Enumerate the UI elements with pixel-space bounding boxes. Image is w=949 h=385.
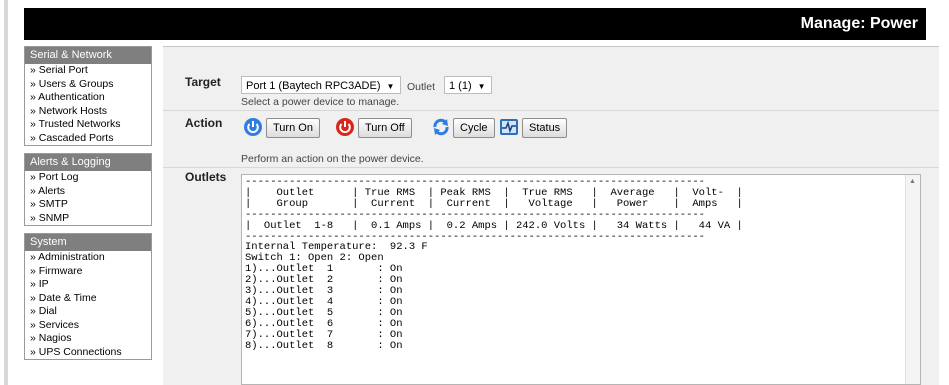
scroll-up-icon[interactable]: ▲: [909, 178, 916, 185]
divider: [163, 110, 939, 111]
menu-heading: System: [25, 234, 151, 251]
outlet-select[interactable]: 1 (1) ▼: [444, 76, 492, 94]
sidebar-item-alerts[interactable]: » Alerts: [25, 185, 151, 199]
sidebar-item-users-groups[interactable]: » Users & Groups: [25, 78, 151, 92]
left-edge: [0, 0, 14, 385]
outlets-output[interactable]: ----------------------------------------…: [241, 174, 921, 385]
menu-heading: Alerts & Logging: [25, 154, 151, 171]
cycle-icon[interactable]: [431, 117, 451, 137]
sidebar-item-services[interactable]: » Services: [25, 319, 151, 333]
main-panel: Target Port 1 (Baytech RPC3ADE) ▼ Outlet …: [163, 46, 939, 385]
power-on-icon[interactable]: [243, 117, 263, 137]
target-device-value: Port 1 (Baytech RPC3ADE): [246, 80, 381, 92]
sidebar-item-serial-port[interactable]: » Serial Port: [25, 64, 151, 78]
sidebar: Serial & Network » Serial Port » Users &…: [24, 46, 152, 367]
target-device-select[interactable]: Port 1 (Baytech RPC3ADE) ▼: [241, 76, 401, 94]
menu-system: System » Administration » Firmware » IP …: [24, 233, 152, 360]
sidebar-item-dial[interactable]: » Dial: [25, 305, 151, 319]
sidebar-item-authentication[interactable]: » Authentication: [25, 91, 151, 105]
divider: [163, 167, 939, 168]
divider: [163, 46, 939, 47]
status-button[interactable]: Status: [522, 118, 568, 138]
outlet-label: Outlet: [407, 81, 436, 93]
turn-off-button[interactable]: Turn Off: [358, 118, 412, 138]
menu-heading: Serial & Network: [25, 47, 151, 64]
chevron-down-icon: ▼: [477, 82, 486, 91]
outlets-text: ----------------------------------------…: [245, 176, 743, 352]
menu-serial-network: Serial & Network » Serial Port » Users &…: [24, 46, 152, 146]
sidebar-item-port-log[interactable]: » Port Log: [25, 171, 151, 185]
outlets-label: Outlets: [185, 170, 227, 184]
sidebar-item-network-hosts[interactable]: » Network Hosts: [25, 105, 151, 119]
action-help: Perform an action on the power device.: [241, 153, 424, 165]
left-edge-stripe: [4, 0, 8, 385]
sidebar-item-cascaded-ports[interactable]: » Cascaded Ports: [25, 132, 151, 146]
sidebar-item-date-time[interactable]: » Date & Time: [25, 292, 151, 306]
status-monitor-icon[interactable]: [499, 117, 519, 137]
sidebar-item-nagios[interactable]: » Nagios: [25, 332, 151, 346]
chevron-down-icon: ▼: [386, 82, 395, 91]
menu-alerts-logging: Alerts & Logging » Port Log » Alerts » S…: [24, 153, 152, 226]
sidebar-item-ip[interactable]: » IP: [25, 278, 151, 292]
header-bar: Manage: Power: [24, 8, 926, 40]
target-help: Select a power device to manage.: [241, 96, 400, 108]
scrollbar[interactable]: ▲: [905, 175, 920, 384]
outlet-value: 1 (1): [449, 80, 472, 92]
page-title: Manage: Power: [800, 15, 918, 32]
sidebar-item-trusted-networks[interactable]: » Trusted Networks: [25, 118, 151, 132]
power-off-icon[interactable]: [335, 117, 355, 137]
sidebar-item-administration[interactable]: » Administration: [25, 251, 151, 265]
sidebar-item-ups-connections[interactable]: » UPS Connections: [25, 346, 151, 360]
turn-on-button[interactable]: Turn On: [266, 118, 320, 138]
sidebar-item-snmp[interactable]: » SNMP: [25, 212, 151, 226]
target-label: Target: [185, 75, 221, 89]
action-label: Action: [185, 116, 223, 130]
sidebar-item-firmware[interactable]: » Firmware: [25, 265, 151, 279]
cycle-button[interactable]: Cycle: [453, 118, 495, 138]
sidebar-item-smtp[interactable]: » SMTP: [25, 198, 151, 212]
